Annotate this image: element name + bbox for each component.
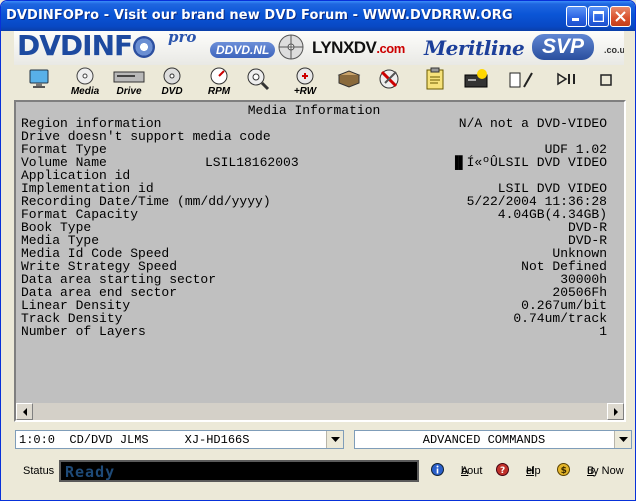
edit-button[interactable] — [507, 67, 535, 97]
media-info-row: Format Capacity 4.04GB(4.34GB) — [21, 208, 607, 221]
media-info-value: ▐▌Í«ºÛLSIL DVD VIDEO — [450, 155, 607, 170]
scroll-left-button[interactable] — [16, 403, 33, 420]
minimize-button[interactable] — [566, 6, 587, 27]
dvdinfopro-logo: DVDINF — [17, 31, 156, 62]
scroll-right-button[interactable] — [607, 403, 624, 420]
burner-icon — [464, 69, 488, 88]
advanced-commands-select[interactable]: ADVANCED COMMANDS — [354, 430, 632, 449]
burn-button[interactable] — [462, 67, 490, 97]
drive-select[interactable]: 1:0:0 CD/DVD JLMS XJ-HD166S — [15, 430, 344, 449]
ad-banner[interactable]: DVDINF pro DDVD.NL LYNXDV.com Meritline … — [14, 31, 624, 65]
tools-icon — [379, 69, 399, 89]
window-title: DVDINFOPro - Visit our brand new DVD For… — [6, 8, 513, 23]
svg-text:?: ? — [500, 466, 505, 476]
toolbar: Media Drive DVD RPM +RW — [14, 65, 624, 99]
dvd-label: DVD — [161, 86, 183, 97]
stop-icon — [600, 74, 612, 86]
book-icon — [337, 70, 361, 88]
play-button[interactable] — [554, 67, 580, 97]
svp-suffix: .co.uk — [604, 45, 624, 55]
minimize-icon — [572, 18, 579, 21]
rw-button[interactable]: +RW — [288, 67, 322, 97]
rpm-gauge-icon — [210, 67, 228, 85]
media-info-row: Number of Layers 1 — [21, 325, 607, 338]
status-label: Status — [23, 465, 55, 477]
media-info-mid: LSIL18162003 — [205, 155, 299, 170]
status-display: Ready — [59, 460, 419, 482]
svp-ad-link[interactable]: SVP — [532, 34, 595, 60]
title-bar[interactable]: DVDINFOPro - Visit our brand new DVD For… — [1, 1, 635, 31]
dvd-button[interactable]: DVD — [156, 67, 188, 97]
drive-select-value: 1:0:0 CD/DVD JLMS XJ-HD166S — [19, 433, 250, 447]
media-label: Media — [70, 86, 100, 97]
drive-button[interactable]: Drive — [111, 67, 147, 97]
media-button[interactable]: Media — [66, 67, 104, 97]
close-button[interactable] — [610, 6, 631, 27]
media-info-row: Drive doesn't support media code — [21, 130, 607, 143]
chevron-down-icon — [331, 437, 340, 442]
notes-button[interactable] — [424, 67, 446, 97]
info-icon — [431, 463, 444, 476]
media-info-list: Media Information Region information N/A … — [21, 104, 607, 338]
ddvd-ad-link[interactable]: DDVD.NL — [210, 42, 276, 58]
help-icon: ? — [496, 463, 509, 476]
chevron-down-icon — [619, 437, 628, 442]
arrow-left-icon — [23, 408, 27, 416]
dvd-disc-icon — [163, 67, 181, 85]
rpm-button[interactable]: RPM — [202, 67, 236, 97]
maximize-icon — [593, 11, 604, 22]
disc-icon — [278, 34, 304, 60]
commands-dropdown-button[interactable] — [614, 431, 631, 448]
arrow-right-icon — [614, 408, 618, 416]
dollar-icon: $ — [557, 463, 570, 476]
logo-pro-text: pro — [168, 31, 197, 46]
play-pause-icon — [557, 72, 575, 86]
rpm-label: RPM — [207, 86, 231, 97]
advanced-commands-value: ADVANCED COMMANDS — [422, 433, 546, 447]
media-info-key: Number of Layers — [21, 324, 146, 339]
stop-button[interactable] — [598, 67, 614, 97]
meritline-ad-link[interactable]: Meritline — [424, 36, 525, 60]
status-text: Ready — [65, 463, 116, 481]
edit-pencil-icon — [509, 72, 533, 88]
media-info-value: 1 — [599, 324, 607, 339]
rw-label: +RW — [293, 86, 317, 97]
media-info-value: 0.74um/track — [513, 311, 607, 326]
horizontal-scrollbar[interactable] — [16, 403, 624, 420]
drive-label: Drive — [116, 86, 142, 97]
close-icon — [615, 11, 626, 22]
rw-disc-icon — [296, 67, 314, 85]
svg-text:$: $ — [561, 466, 567, 476]
info-button[interactable] — [28, 67, 50, 97]
book-button[interactable] — [336, 67, 362, 97]
magnifier-disc-icon — [247, 68, 270, 91]
app-window: DVDINFOPro - Visit our brand new DVD For… — [0, 0, 636, 501]
scan-button[interactable] — [246, 67, 270, 97]
maximize-button[interactable] — [588, 6, 609, 27]
media-info-row: Book Type DVD-R — [21, 221, 607, 234]
media-disc-icon — [76, 67, 94, 85]
media-info-panel[interactable]: Media Information Region information N/A … — [14, 100, 626, 422]
tools-button[interactable] — [377, 67, 401, 97]
drive-icon — [113, 71, 145, 83]
clipboard-icon — [426, 67, 444, 90]
monitor-icon — [29, 69, 49, 88]
drive-dropdown-button[interactable] — [326, 431, 343, 448]
media-info-value: N/A not a DVD-VIDEO — [458, 116, 607, 131]
lynxdv-ad-link[interactable]: LYNXDV.com — [312, 38, 405, 58]
